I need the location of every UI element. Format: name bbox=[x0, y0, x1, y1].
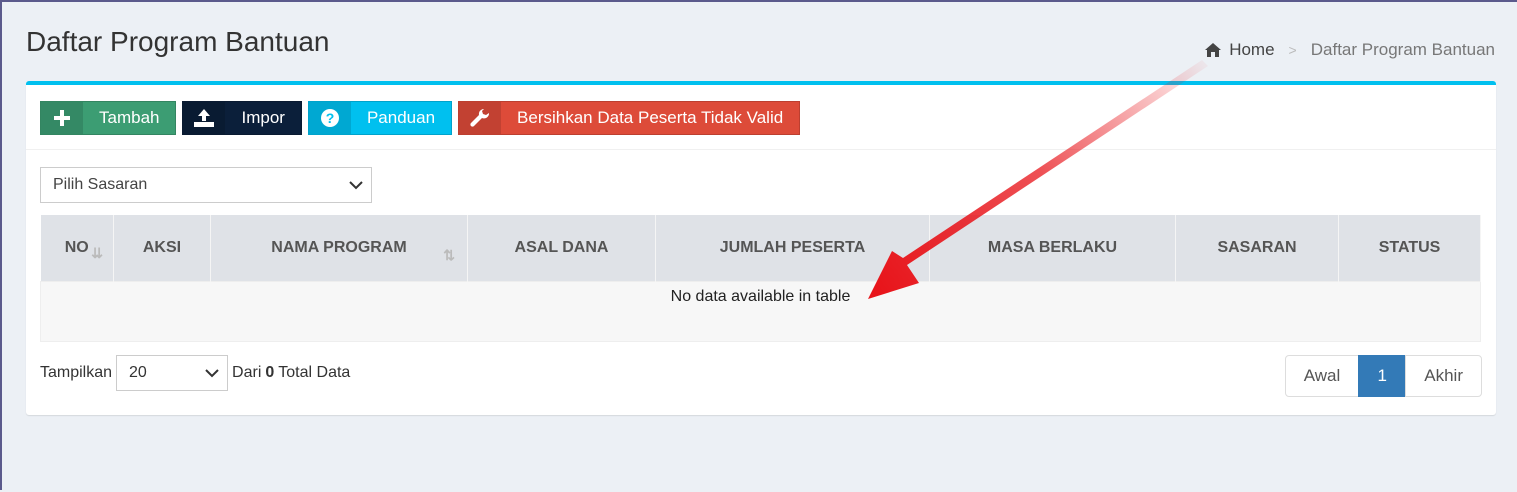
table-row: No data available in table bbox=[40, 281, 1481, 342]
program-table: NO ⇊ AKSI NAMA PROGRAM ⇅ ASAL DANA JUMLA… bbox=[40, 215, 1481, 342]
page-length-control: Tampilkan 20 Dari 0 Total Data bbox=[40, 355, 350, 391]
add-button[interactable]: Tambah bbox=[40, 101, 177, 135]
wrench-icon bbox=[459, 102, 502, 134]
add-button-label: Tambah bbox=[99, 108, 160, 127]
column-header-asal-dana: ASAL DANA bbox=[467, 215, 656, 282]
import-button-label: Impor bbox=[241, 108, 285, 127]
page-size-value: 20 bbox=[129, 364, 147, 381]
pagination-last[interactable]: Akhir bbox=[1405, 355, 1482, 397]
pagination-page-current[interactable]: 1 bbox=[1358, 355, 1407, 397]
total-label: Total Data bbox=[278, 364, 351, 381]
total-count: 0 bbox=[265, 364, 275, 381]
column-header-aksi: AKSI bbox=[113, 215, 211, 282]
breadcrumb-home-link[interactable]: Home bbox=[1205, 40, 1275, 60]
target-select-value: Pilih Sasaran bbox=[53, 176, 148, 193]
toolbar-divider bbox=[26, 149, 1496, 150]
empty-table-message: No data available in table bbox=[40, 281, 1481, 342]
home-icon bbox=[1205, 43, 1222, 57]
guide-button[interactable]: ? Panduan bbox=[307, 101, 453, 135]
guide-button-label: Panduan bbox=[366, 108, 436, 127]
sort-icon: ⇅ bbox=[443, 247, 455, 263]
clean-invalid-button[interactable]: Bersihkan Data Peserta Tidak Valid bbox=[458, 101, 801, 135]
show-label: Tampilkan bbox=[40, 364, 113, 381]
column-header-no[interactable]: NO ⇊ bbox=[40, 215, 114, 282]
breadcrumb-current: Daftar Program Bantuan bbox=[1310, 40, 1495, 59]
breadcrumb-home-label[interactable]: Home bbox=[1229, 40, 1274, 60]
breadcrumb-separator: > bbox=[1288, 42, 1297, 58]
import-button[interactable]: Impor bbox=[182, 101, 302, 135]
column-header-nama-program[interactable]: NAMA PROGRAM ⇅ bbox=[210, 215, 468, 282]
of-label: Dari bbox=[232, 364, 262, 381]
chevron-down-icon bbox=[349, 181, 363, 190]
pagination: Awal 1 Akhir bbox=[1284, 355, 1482, 397]
toolbar: Tambah Impor ? Panduan Bersihkan Data Pe… bbox=[40, 101, 801, 135]
sort-desc-icon: ⇊ bbox=[91, 245, 103, 261]
clean-invalid-button-label: Bersihkan Data Peserta Tidak Valid bbox=[517, 108, 784, 127]
question-circle-icon: ? bbox=[308, 102, 351, 134]
svg-text:?: ? bbox=[326, 110, 335, 126]
target-select[interactable]: Pilih Sasaran bbox=[40, 167, 372, 203]
column-header-jumlah-peserta: JUMLAH PESERTA bbox=[655, 215, 930, 282]
chevron-down-icon bbox=[205, 369, 219, 378]
upload-icon bbox=[183, 102, 226, 134]
breadcrumb: Home > Daftar Program Bantuan bbox=[1205, 40, 1495, 60]
page-size-select[interactable]: 20 bbox=[116, 355, 229, 391]
plus-icon bbox=[41, 102, 83, 134]
table-header-row: NO ⇊ AKSI NAMA PROGRAM ⇅ ASAL DANA JUMLA… bbox=[40, 215, 1481, 282]
column-header-masa-berlaku: MASA BERLAKU bbox=[929, 215, 1176, 282]
pagination-first[interactable]: Awal bbox=[1284, 355, 1360, 397]
content-box: Tambah Impor ? Panduan Bersihkan Data Pe… bbox=[26, 81, 1496, 415]
column-header-sasaran: SASARAN bbox=[1175, 215, 1339, 282]
column-header-status: STATUS bbox=[1338, 215, 1481, 282]
page-title: Daftar Program Bantuan bbox=[26, 26, 330, 57]
